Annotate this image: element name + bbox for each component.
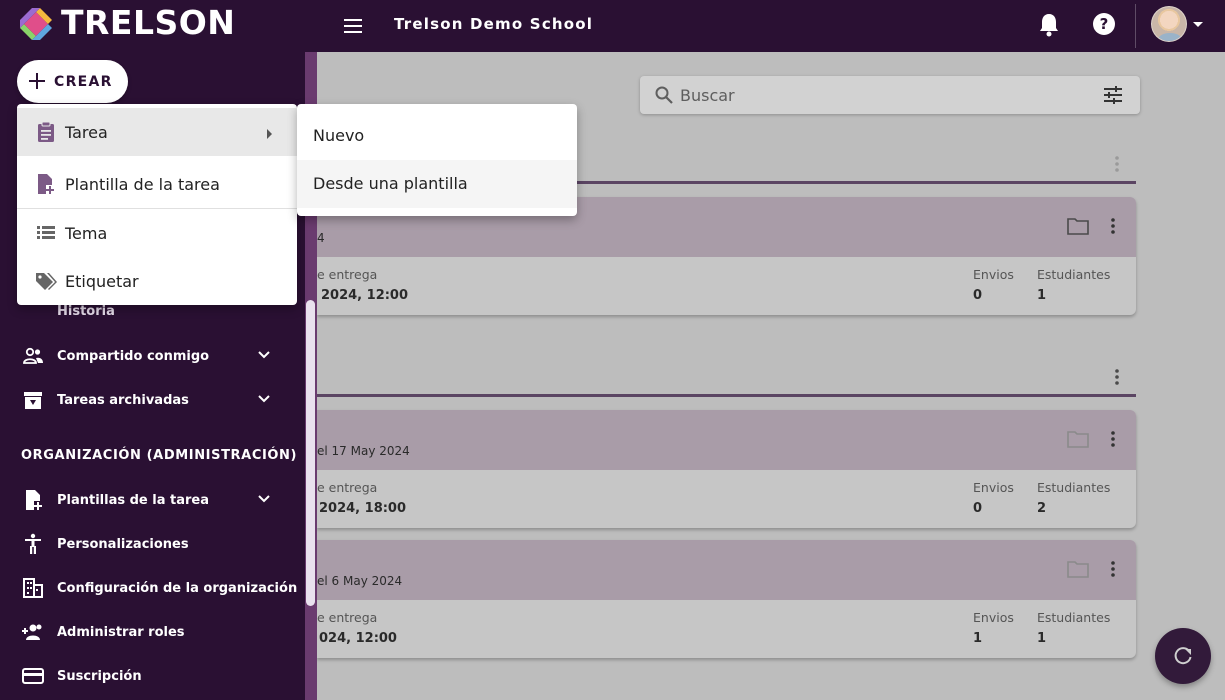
search-icon	[655, 86, 673, 104]
chevron-down-icon[interactable]	[257, 350, 271, 360]
card-header: el 6 May 2024	[317, 540, 1136, 600]
assignment-card[interactable]: el 6 May 2024 e entrega 024, 12:00 Envio…	[317, 540, 1136, 658]
card-icon	[22, 668, 44, 684]
people-icon	[23, 347, 43, 364]
due-value: 2024, 12:00	[321, 288, 409, 303]
help-icon[interactable]: ?	[1093, 13, 1115, 35]
sidebar-item-label: Compartido conmigo	[57, 348, 210, 364]
submenu-item-from-template[interactable]: Desde una plantilla	[297, 160, 577, 208]
card-header-subtitle: 4	[317, 231, 325, 245]
sidebar-item-label: Suscripción	[57, 668, 142, 684]
sidebar-item-label: Personalizaciones	[57, 536, 189, 552]
folder-icon[interactable]	[1067, 430, 1089, 448]
card-header-subtitle: el 6 May 2024	[317, 574, 403, 588]
menu-item-task[interactable]: Tarea	[17, 108, 297, 156]
card-more-icon[interactable]	[1111, 431, 1115, 447]
file-plus-icon	[38, 174, 54, 194]
students-value: 2	[1037, 501, 1047, 516]
students-label: Estudiantes	[1037, 267, 1111, 282]
plus-icon	[29, 73, 45, 89]
menu-item-label: Plantilla de la tarea	[65, 174, 220, 194]
students-value: 1	[1037, 631, 1047, 646]
submenu-item-label: Nuevo	[313, 126, 365, 145]
chevron-down-icon[interactable]	[257, 394, 271, 404]
menu-item-label: Tarea	[65, 122, 108, 142]
list-icon	[37, 226, 55, 239]
menu-icon[interactable]	[341, 14, 365, 38]
create-button-label: CREAR	[54, 74, 113, 90]
sidebar-item-manage-roles[interactable]: Administrar roles	[0, 612, 305, 652]
card-header-subtitle: el 17 May 2024	[317, 444, 410, 458]
school-name: Trelson Demo School	[394, 15, 594, 33]
students-label: Estudiantes	[1037, 480, 1111, 495]
accessibility-icon	[25, 533, 41, 554]
toolbar-divider	[1135, 4, 1136, 48]
group-divider	[317, 394, 1136, 397]
building-icon	[23, 578, 43, 598]
envios-label: Envios	[973, 610, 1014, 625]
folder-icon[interactable]	[1067, 217, 1089, 235]
sidebar-item-customizations[interactable]: Personalizaciones	[0, 524, 305, 564]
create-menu: Tarea Plantilla de la tarea Tema Etiquet…	[17, 104, 297, 305]
refresh-button[interactable]	[1155, 628, 1211, 684]
students-label: Estudiantes	[1037, 610, 1111, 625]
group-more-icon[interactable]	[1115, 156, 1119, 172]
envios-label: Envios	[973, 267, 1014, 282]
clipboard-icon	[38, 121, 54, 142]
sidebar-item-label: Administrar roles	[57, 624, 185, 640]
card-more-icon[interactable]	[1111, 218, 1115, 234]
students-value: 1	[1037, 288, 1047, 303]
filter-settings-icon[interactable]	[1102, 85, 1124, 105]
group-more-icon[interactable]	[1115, 369, 1119, 385]
submenu-item-new[interactable]: Nuevo	[297, 112, 577, 160]
notifications-bell-icon[interactable]	[1037, 12, 1061, 38]
envios-value: 0	[973, 501, 983, 516]
card-header: el 17 May 2024	[317, 410, 1136, 470]
sidebar-item-label: Tareas archivadas	[57, 392, 189, 408]
archive-icon	[24, 392, 42, 409]
sidebar-item-org-settings[interactable]: Configuración de la organización	[0, 568, 305, 608]
top-app-bar: TRELSON Trelson Demo School ?	[0, 0, 1225, 52]
submenu-arrow-icon	[267, 129, 272, 139]
due-label: e entrega	[317, 480, 378, 495]
admin-section-title: ORGANIZACIÓN (ADMINISTRACIÓN)	[21, 448, 298, 463]
menu-item-topic[interactable]: Tema	[17, 209, 297, 257]
envios-label: Envios	[973, 480, 1014, 495]
submenu-item-label: Desde una plantilla	[313, 174, 468, 193]
avatar[interactable]	[1151, 6, 1187, 42]
avatar-dropdown-caret-icon[interactable]	[1193, 22, 1203, 27]
menu-item-tag[interactable]: Etiquetar	[17, 257, 297, 305]
trelson-logo-icon[interactable]	[18, 6, 54, 42]
people-add-icon	[22, 624, 42, 640]
sidebar-item-label: Configuración de la organización	[57, 580, 298, 596]
card-more-icon[interactable]	[1111, 561, 1115, 577]
create-button[interactable]: CREAR	[17, 60, 128, 103]
sidebar-item-archived-tasks[interactable]: Tareas archivadas	[0, 380, 305, 420]
tags-icon	[36, 273, 57, 290]
menu-item-task-template[interactable]: Plantilla de la tarea	[17, 160, 297, 208]
due-value: 2024, 18:00	[319, 501, 407, 516]
sidebar-item-shared-with-me[interactable]: Compartido conmigo	[0, 336, 305, 376]
chevron-down-icon[interactable]	[257, 494, 271, 504]
sidebar-scrollbar[interactable]	[306, 300, 315, 606]
sidebar-item-history[interactable]: Historia	[57, 304, 115, 319]
due-label: e entrega	[317, 610, 378, 625]
due-value: 024, 12:00	[319, 631, 397, 646]
sidebar-item-task-templates[interactable]: Plantillas de la tarea	[0, 480, 305, 520]
task-submenu: Nuevo Desde una plantilla	[297, 104, 577, 216]
search-input[interactable]	[680, 80, 1080, 110]
sidebar-item-subscription[interactable]: Suscripción	[0, 656, 305, 696]
menu-item-label: Etiquetar	[65, 271, 139, 291]
refresh-icon	[1174, 647, 1192, 665]
file-plus-icon	[26, 490, 42, 510]
assignment-card[interactable]: el 17 May 2024 e entrega 2024, 18:00 Env…	[317, 410, 1136, 528]
menu-item-label: Tema	[65, 223, 108, 243]
folder-icon[interactable]	[1067, 560, 1089, 578]
sidebar-item-label: Plantillas de la tarea	[57, 492, 210, 508]
envios-value: 0	[973, 288, 983, 303]
search-bar	[640, 76, 1140, 114]
envios-value: 1	[973, 631, 983, 646]
brand-name: TRELSON	[61, 3, 236, 42]
due-label: e entrega	[317, 267, 378, 282]
